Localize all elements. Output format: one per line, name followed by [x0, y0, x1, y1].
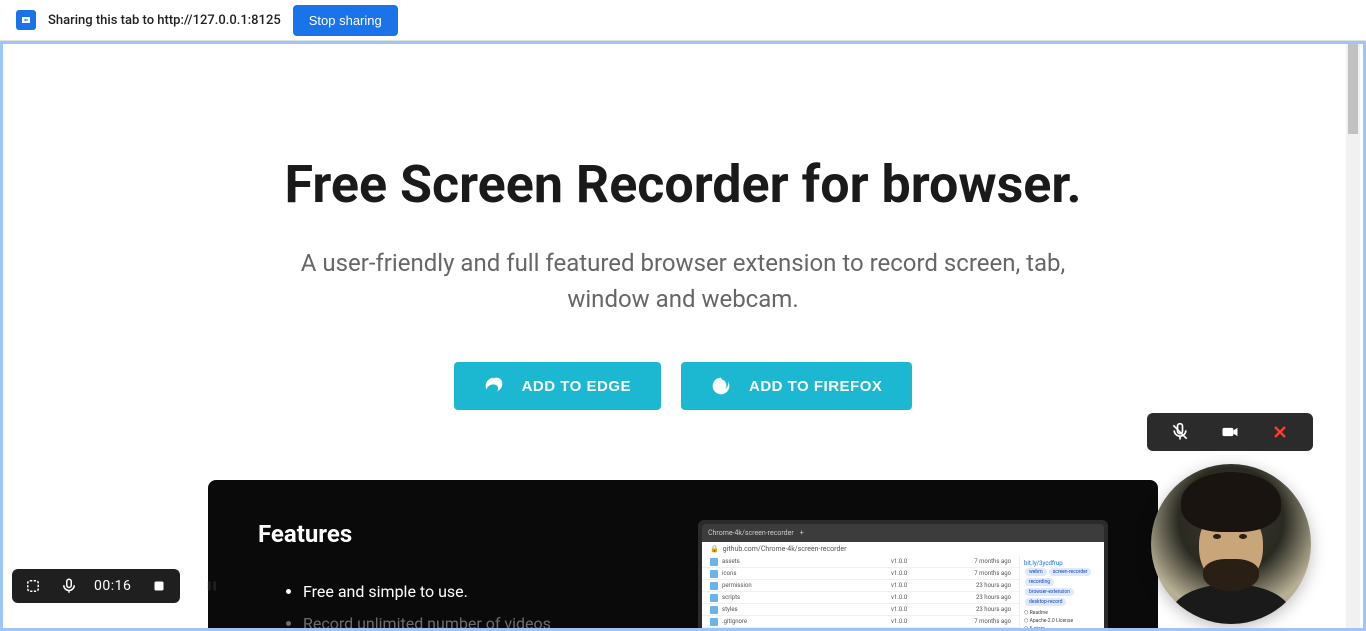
add-to-firefox-button[interactable]: ADD TO FIREFOX: [681, 362, 912, 410]
edge-icon: [484, 376, 504, 396]
firefox-button-label: ADD TO FIREFOX: [749, 378, 882, 395]
add-to-edge-button[interactable]: ADD TO EDGE: [454, 362, 661, 410]
edge-button-label: ADD TO EDGE: [522, 378, 631, 395]
features-title: Features: [258, 520, 658, 548]
mic-mute-button[interactable]: [1155, 419, 1205, 445]
crop-button[interactable]: [22, 575, 44, 597]
recording-timer: 00:16: [94, 578, 134, 594]
close-webcam-button[interactable]: [1255, 419, 1305, 445]
camera-button[interactable]: [1205, 419, 1255, 445]
stop-recording-button[interactable]: [148, 575, 170, 597]
sharing-bar: Sharing this tab to http://127.0.0.1:812…: [0, 0, 1366, 41]
webcam-toolbar: [1147, 413, 1313, 451]
mic-button[interactable]: [58, 575, 80, 597]
page-content: Free Screen Recorder for browser. A user…: [0, 41, 1366, 631]
firefox-icon: [711, 376, 731, 396]
feature-item: Record unlimited number of videos: [303, 608, 658, 631]
page-title: Free Screen Recorder for browser.: [3, 154, 1363, 215]
webcam-preview[interactable]: [1151, 464, 1311, 624]
share-screen-icon: [16, 10, 36, 30]
stop-sharing-button[interactable]: Stop sharing: [293, 5, 398, 36]
sharing-text: Sharing this tab to http://127.0.0.1:812…: [48, 13, 281, 28]
pause-button[interactable]: [205, 578, 219, 597]
scrollbar-thumb[interactable]: [1348, 44, 1358, 134]
features-block: Features Free and simple to use. Record …: [208, 480, 1158, 631]
recorder-bar: 00:16: [12, 569, 180, 603]
feature-item: Free and simple to use.: [303, 576, 658, 608]
page-subtitle: A user-friendly and full featured browse…: [273, 245, 1093, 317]
cta-row: ADD TO EDGE ADD TO FIREFOX: [3, 362, 1363, 410]
demo-screenshot: Chrome-4k/screen-recorder+ 🔒 github.com/…: [698, 520, 1108, 631]
scrollbar[interactable]: [1346, 44, 1360, 628]
features-list: Free and simple to use. Record unlimited…: [258, 576, 658, 631]
